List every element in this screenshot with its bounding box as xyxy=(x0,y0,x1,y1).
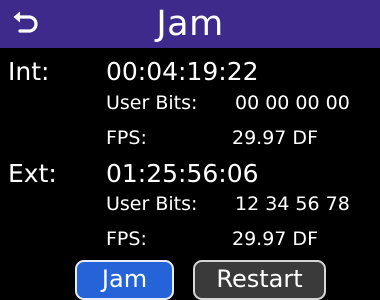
int-fps-value: 29.97 DF xyxy=(232,127,318,149)
ext-user-bits-label: User Bits: xyxy=(106,193,198,215)
ext-label: Ext: xyxy=(8,159,57,188)
int-timecode: 00:04:19:22 xyxy=(106,57,259,86)
page-title: Jam xyxy=(156,4,224,44)
title-bar: Jam xyxy=(0,0,380,48)
jam-button[interactable]: Jam xyxy=(75,260,174,300)
ext-timecode: 01:25:56:06 xyxy=(106,159,259,188)
int-user-bits-label: User Bits: xyxy=(106,92,198,114)
return-arrow-icon[interactable] xyxy=(10,8,40,38)
ext-fps-label: FPS: xyxy=(106,228,147,250)
int-user-bits-value: 00 00 00 00 xyxy=(235,92,350,114)
restart-button[interactable]: Restart xyxy=(193,260,326,300)
int-label: Int: xyxy=(8,57,50,86)
ext-fps-value: 29.97 DF xyxy=(232,228,318,250)
int-fps-label: FPS: xyxy=(106,127,147,149)
ext-user-bits-value: 12 34 56 78 xyxy=(235,193,350,215)
